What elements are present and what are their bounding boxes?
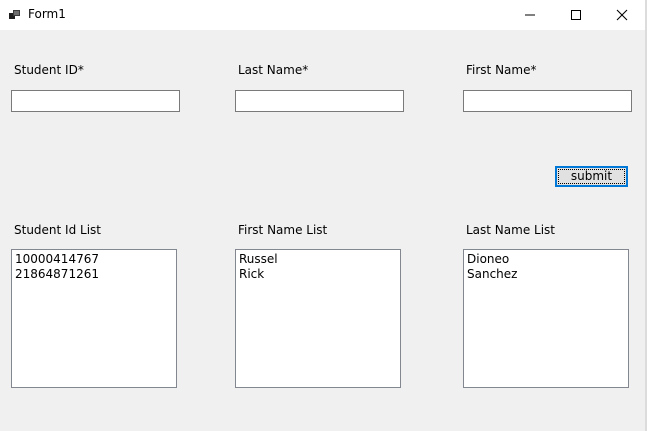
- last-name-listbox[interactable]: Dioneo Sanchez: [463, 249, 629, 388]
- list-item[interactable]: Rick: [239, 267, 397, 282]
- last-name-input[interactable]: [235, 90, 404, 112]
- first-name-input[interactable]: [463, 90, 632, 112]
- last-name-list-label: Last Name List: [466, 223, 556, 237]
- list-item[interactable]: Dioneo: [467, 252, 625, 267]
- last-name-label: Last Name*: [238, 63, 309, 77]
- list-item[interactable]: 10000414767: [15, 252, 173, 267]
- minimize-button[interactable]: [507, 0, 553, 30]
- student-id-listbox[interactable]: 10000414767 21864871261: [11, 249, 177, 388]
- submit-button[interactable]: submit: [555, 166, 628, 187]
- main-window: Form1 Student ID* Last Name* First Name*…: [0, 0, 647, 431]
- title-bar[interactable]: Form1: [0, 0, 645, 30]
- form-app-icon: [9, 9, 20, 19]
- list-item[interactable]: Sanchez: [467, 267, 625, 282]
- submit-button-label: submit: [558, 169, 625, 184]
- first-name-list-label: First Name List: [238, 223, 328, 237]
- list-item[interactable]: 21864871261: [15, 267, 173, 282]
- close-icon: [616, 9, 628, 21]
- student-id-label: Student ID*: [14, 63, 84, 77]
- maximize-button[interactable]: [553, 0, 599, 30]
- list-item[interactable]: Russel: [239, 252, 397, 267]
- maximize-icon: [571, 10, 581, 20]
- close-button[interactable]: [599, 0, 645, 30]
- minimize-icon: [525, 14, 535, 16]
- student-id-list-label: Student Id List: [14, 223, 101, 237]
- first-name-label: First Name*: [466, 63, 537, 77]
- student-id-input[interactable]: [11, 90, 180, 112]
- window-title: Form1: [28, 7, 66, 21]
- first-name-listbox[interactable]: Russel Rick: [235, 249, 401, 388]
